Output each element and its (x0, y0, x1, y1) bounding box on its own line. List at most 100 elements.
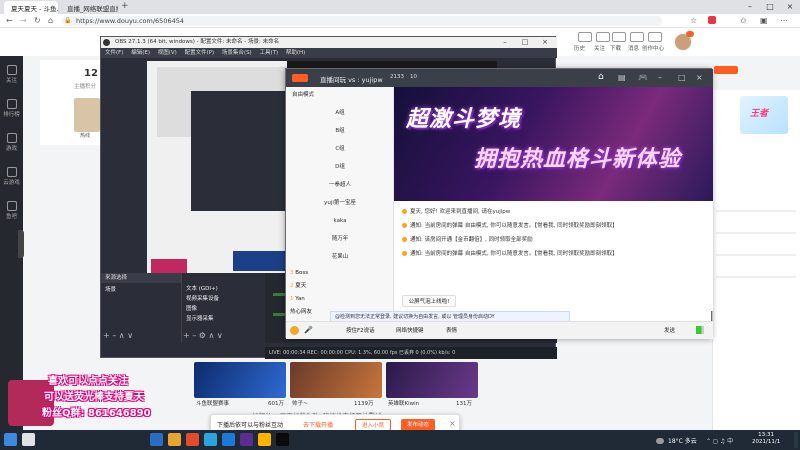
obs-source-item[interactable]: 图像 (182, 303, 265, 313)
minimize-icon[interactable]: – (658, 73, 662, 82)
room-list-item[interactable]: 花果山 (286, 251, 394, 264)
app-icon[interactable] (204, 433, 217, 446)
video-card[interactable] (194, 362, 286, 398)
streamer-sub: 主播积分 (74, 84, 97, 90)
favorites-icon[interactable]: ✩ (740, 16, 747, 25)
emoji-icon[interactable] (290, 326, 299, 335)
cat-thumbnail[interactable] (74, 98, 100, 132)
rank-name[interactable]: 热心网友 (290, 309, 312, 315)
extension-icon[interactable] (708, 16, 716, 24)
app-icon[interactable] (186, 433, 199, 446)
obs-menu-item[interactable]: 场景集合(S) (222, 50, 252, 56)
home-icon[interactable]: ⌂ (48, 16, 53, 25)
back-icon[interactable]: ← (6, 16, 13, 25)
rank-name[interactable]: 夏天 (295, 283, 306, 289)
folder-icon[interactable] (168, 433, 181, 446)
obs-add-source-icon[interactable]: + – ⚙ ∧ ∨ (183, 331, 223, 340)
rank-name[interactable]: Boss (295, 270, 308, 276)
obs-source-item[interactable]: 显示器采集 (182, 313, 265, 323)
footer-item[interactable]: 表情 (446, 326, 457, 334)
show-desktop[interactable] (794, 432, 798, 448)
left-nav-item[interactable]: 云游戏 (0, 164, 23, 194)
reload-icon[interactable]: ↻ (34, 16, 41, 25)
obs-source-item[interactable]: 视频采集设备 (182, 293, 265, 303)
obs-maximize-icon[interactable]: □ (515, 37, 535, 48)
mic-icon[interactable]: 🎤 (304, 326, 313, 334)
obs-menu-item[interactable]: 文件(F) (105, 50, 123, 56)
grid-icon[interactable]: ▤ (618, 73, 626, 82)
star-icon[interactable]: ☆ (690, 16, 697, 25)
minimize-icon[interactable]: – (740, 1, 760, 13)
footer-item[interactable]: 按住F2说话 (346, 326, 375, 334)
collapse-handle[interactable] (18, 230, 24, 258)
rank-badge: 3 (290, 270, 294, 276)
more-icon[interactable]: ⋯ (780, 16, 788, 25)
clock[interactable]: 13:31 2021/11/1 (752, 432, 780, 446)
room-list-item[interactable]: 一拳超人 (286, 179, 394, 192)
collections-icon[interactable]: ▣ (760, 16, 768, 25)
footer-item[interactable]: 网络快捷键 (396, 326, 424, 334)
tab-inactive[interactable]: 直播_网络联盟直播_... (60, 1, 118, 14)
room-list-item[interactable]: D组 (286, 161, 394, 174)
room-list-item[interactable]: yuji第一宝座 (286, 197, 394, 210)
send-button[interactable]: 发送 (664, 326, 675, 334)
toast-link[interactable]: 去下载开播 (303, 420, 333, 429)
app-icon[interactable] (276, 433, 289, 446)
obs-menu-item[interactable]: 编辑(E) (131, 50, 150, 56)
app-icon[interactable] (258, 433, 271, 446)
history-icon[interactable] (578, 32, 592, 42)
toast-text: 下播后依可以与粉丝互动 (217, 422, 284, 429)
toast-close-icon[interactable]: × (449, 419, 456, 428)
browser-titlebar (0, 0, 800, 14)
left-nav-item[interactable]: 排行榜 (0, 96, 23, 126)
download-icon[interactable] (612, 32, 626, 42)
obs-menu-item[interactable]: 配置文件(P) (185, 50, 215, 56)
left-nav-item[interactable]: 鱼吧 (0, 198, 23, 228)
obs-scene-item[interactable]: 场景 (101, 283, 181, 295)
obs-menu-item[interactable]: 视图(V) (158, 50, 177, 56)
room-list-item[interactable]: A组 (286, 107, 394, 120)
new-tab-icon[interactable]: + (121, 1, 129, 11)
obs-app-icon[interactable] (240, 433, 253, 446)
game-banner[interactable]: 超激斗梦境 拥抱热血格斗新体验 (394, 87, 713, 201)
obs-menu-item[interactable]: 帮助(H) (286, 50, 305, 56)
maximize-icon[interactable]: □ (760, 1, 780, 13)
bubble-tip[interactable]: 公屏气泡上线啦! (402, 295, 456, 307)
home-button-icon[interactable]: ⌂ (598, 72, 604, 82)
video-card[interactable] (386, 362, 478, 398)
obs-source-item[interactable]: 文本 (GDI+) (182, 283, 265, 293)
close-icon[interactable]: × (696, 73, 703, 82)
room-list-item[interactable]: C组 (286, 143, 394, 156)
tray-icons[interactable]: ⌃ ◻ ♫ 中 (706, 436, 733, 445)
creator-icon[interactable] (648, 32, 662, 42)
close-icon[interactable]: × (780, 1, 800, 13)
room-mode[interactable]: 自由模式 (286, 89, 394, 102)
start-icon[interactable] (4, 433, 17, 446)
search-icon[interactable] (22, 433, 35, 446)
message-icon[interactable] (630, 32, 644, 42)
app-icon[interactable] (150, 433, 163, 446)
video-card[interactable] (290, 362, 382, 398)
chat-room-list: 自由模式 A组 B组 C组 D组 一拳超人 yuji第一宝座 kaka 随万年 … (286, 87, 394, 339)
maximize-icon[interactable]: □ (678, 73, 686, 82)
forward-icon[interactable]: → (20, 16, 27, 25)
system-icon (402, 209, 407, 214)
left-nav-item[interactable]: 关注 (0, 62, 23, 92)
open-button[interactable] (714, 66, 738, 74)
gamepad-icon[interactable]: 🎮 (638, 73, 648, 82)
room-list-item[interactable]: kaka (286, 215, 394, 228)
edge-icon[interactable] (222, 433, 235, 446)
system-icon (402, 237, 407, 242)
tab-active[interactable]: 夏天夏天 - 斗鱼... (4, 1, 58, 14)
room-list-item[interactable]: B组 (286, 125, 394, 138)
nested-promo-thumb (151, 259, 187, 273)
url-field[interactable]: https://www.douyu.com/6506454 (62, 16, 662, 26)
rank-name[interactable]: Yan (295, 296, 304, 302)
obs-minimize-icon[interactable]: – (495, 37, 515, 48)
left-nav-item[interactable]: 游戏 (0, 130, 23, 160)
follow-icon[interactable] (596, 32, 610, 42)
obs-close-icon[interactable]: × (535, 37, 555, 48)
room-list-item[interactable]: 随万年 (286, 233, 394, 246)
obs-add-scene-icon[interactable]: + – ∧ ∨ (103, 331, 133, 340)
obs-menu-item[interactable]: 工具(T) (259, 50, 278, 56)
